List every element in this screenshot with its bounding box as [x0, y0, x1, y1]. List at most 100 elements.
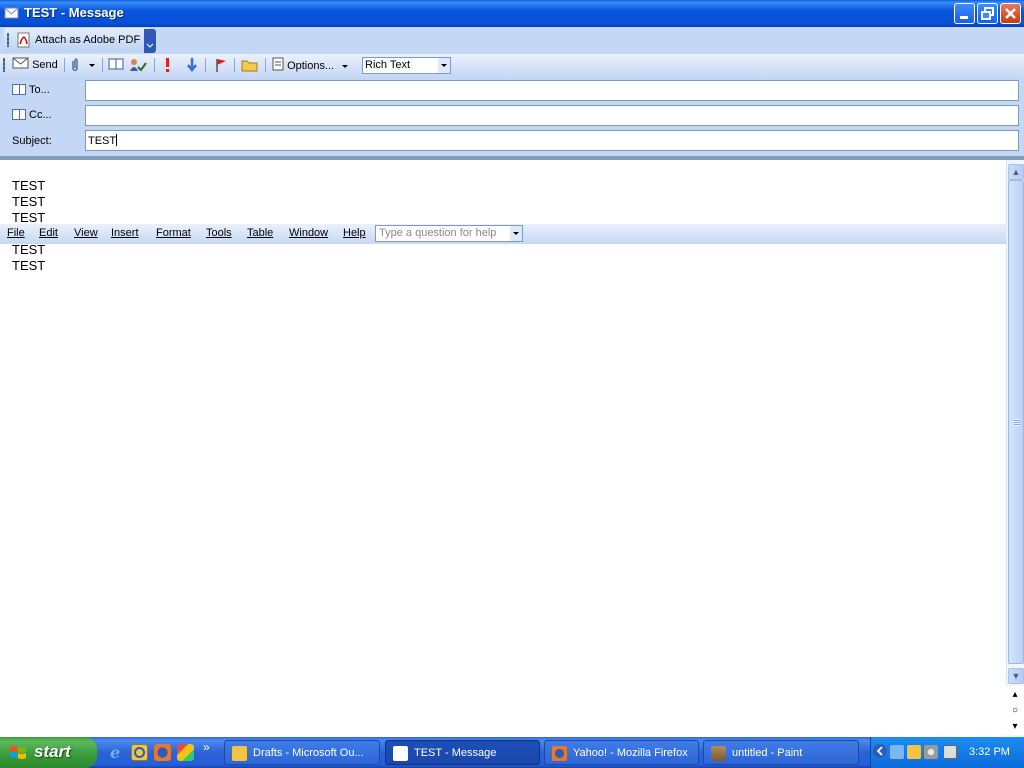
minimize-button[interactable]	[954, 3, 975, 24]
body-line: TEST	[12, 242, 46, 257]
chevron-down-icon: ▼	[1011, 671, 1021, 681]
system-tray: 3:32 PM	[870, 737, 1024, 768]
clock[interactable]: 3:32 PM	[969, 746, 1010, 758]
task-label: TEST - Message	[414, 747, 497, 759]
message-format-value: Rich Text	[365, 59, 411, 71]
menu-edit[interactable]: Edit	[39, 227, 58, 239]
subject-field[interactable]: TEST	[85, 130, 1019, 151]
taskbar: start e » Drafts - Microsoft Ou... TEST …	[0, 737, 1024, 768]
low-importance-button[interactable]	[186, 57, 198, 73]
attach-pdf-toolbar: Attach as Adobe PDF	[4, 28, 156, 53]
cc-field[interactable]	[85, 105, 1019, 126]
chevron-down-icon	[146, 43, 154, 48]
chevron-down-icon	[441, 64, 447, 67]
message-envelope-icon	[4, 7, 19, 19]
select-browse-object-button[interactable]: ○	[1006, 702, 1024, 719]
tray-expand-icon[interactable]	[873, 744, 887, 758]
svg-text:e: e	[110, 744, 120, 761]
restore-button[interactable]	[977, 3, 998, 24]
chevron-down-icon	[513, 232, 519, 235]
task-drafts[interactable]: Drafts - Microsoft Ou...	[224, 740, 380, 765]
monitor-icon[interactable]	[943, 745, 957, 759]
menu-table[interactable]: Table	[247, 227, 273, 239]
previous-page-button[interactable]: ▴	[1006, 686, 1024, 703]
outlook-icon[interactable]	[131, 744, 148, 761]
toolbar-grip[interactable]	[7, 33, 9, 47]
body-line: TEST	[12, 210, 46, 225]
address-book-button[interactable]	[108, 57, 124, 73]
network-icon[interactable]	[890, 745, 904, 759]
attach-file-button[interactable]	[70, 57, 80, 73]
vertical-scrollbar[interactable]: ▲ ▼	[1006, 160, 1024, 737]
picasa-icon[interactable]	[177, 744, 194, 761]
options-label: Options...	[287, 60, 335, 72]
flag-icon	[216, 59, 226, 72]
task-test-message[interactable]: TEST - Message	[385, 740, 540, 765]
menu-format[interactable]: Format	[156, 227, 191, 239]
send-icon	[12, 57, 29, 69]
subject-label: Subject:	[12, 135, 52, 147]
firefox-icon[interactable]	[154, 744, 171, 761]
paperclip-icon	[72, 58, 78, 72]
close-window-button[interactable]	[1000, 3, 1021, 24]
task-label: Yahoo! - Mozilla Firefox	[573, 747, 688, 759]
menu-insert[interactable]: Insert	[111, 227, 139, 239]
check-names-icon	[130, 59, 147, 72]
separator	[154, 58, 155, 72]
message-format-select[interactable]: Rich Text	[362, 57, 451, 74]
options-page-icon	[272, 57, 284, 71]
follow-up-flag-button[interactable]	[214, 57, 228, 73]
menu-file[interactable]: File	[7, 227, 25, 239]
menu-tools[interactable]: Tools	[206, 227, 232, 239]
message-envelope-icon	[393, 746, 408, 761]
cc-button[interactable]: Cc...	[12, 109, 52, 121]
help-placeholder: Type a question for help	[379, 227, 497, 239]
internet-explorer-icon[interactable]: e	[108, 743, 125, 762]
check-names-button[interactable]	[128, 57, 148, 73]
scroll-down-button[interactable]: ▼	[1008, 668, 1024, 684]
task-firefox[interactable]: Yahoo! - Mozilla Firefox	[544, 740, 699, 765]
chevron-right-icon[interactable]: »	[203, 740, 220, 757]
next-page-button[interactable]: ▾	[1006, 718, 1024, 735]
attach-dropdown[interactable]	[89, 57, 95, 73]
menu-window[interactable]: Window	[289, 227, 328, 239]
body-line: TEST	[12, 178, 46, 193]
address-book-icon	[12, 84, 26, 95]
to-button[interactable]: To...	[12, 84, 50, 96]
window-title: TEST - Message	[24, 5, 124, 20]
message-body[interactable]: TEST TEST TEST TEST TEST	[0, 160, 1006, 737]
body-line: TEST	[12, 194, 46, 209]
adobe-pdf-icon	[17, 32, 30, 48]
scroll-thumb[interactable]	[1008, 180, 1024, 664]
send-button[interactable]: Send	[12, 57, 58, 73]
high-importance-button[interactable]	[163, 57, 173, 73]
circle-icon: ○	[1011, 705, 1019, 716]
attach-as-pdf-button[interactable]: Attach as Adobe PDF	[35, 34, 140, 46]
exclamation-icon	[166, 58, 169, 72]
dropdown-arrow-icon	[89, 63, 95, 67]
toolbar-grip[interactable]	[3, 58, 5, 72]
format-dropdown-button[interactable]	[438, 58, 450, 73]
options-button[interactable]: Options...	[272, 57, 349, 73]
scroll-up-button[interactable]: ▲	[1008, 164, 1024, 180]
task-paint[interactable]: untitled - Paint	[703, 740, 859, 765]
address-book-icon	[108, 58, 124, 70]
help-question-input[interactable]: Type a question for help	[375, 225, 523, 242]
menu-help[interactable]: Help	[343, 227, 366, 239]
menu-view[interactable]: View	[74, 227, 98, 239]
folder-icon	[241, 60, 258, 72]
windows-flag-icon	[10, 746, 26, 759]
to-field[interactable]	[85, 80, 1019, 101]
sync-icon[interactable]	[924, 745, 938, 759]
open-folder-button[interactable]	[241, 57, 259, 73]
help-dropdown-button[interactable]	[510, 226, 522, 241]
toolbar-options-chevron[interactable]	[144, 29, 156, 53]
start-button[interactable]: start	[0, 737, 97, 768]
send-label: Send	[32, 59, 58, 71]
close-icon	[1005, 8, 1016, 19]
title-bar: TEST - Message	[0, 0, 1024, 27]
paint-icon	[711, 746, 726, 761]
outlook-tray-icon[interactable]	[907, 745, 921, 759]
separator	[234, 58, 235, 72]
outlook-icon	[232, 746, 247, 761]
